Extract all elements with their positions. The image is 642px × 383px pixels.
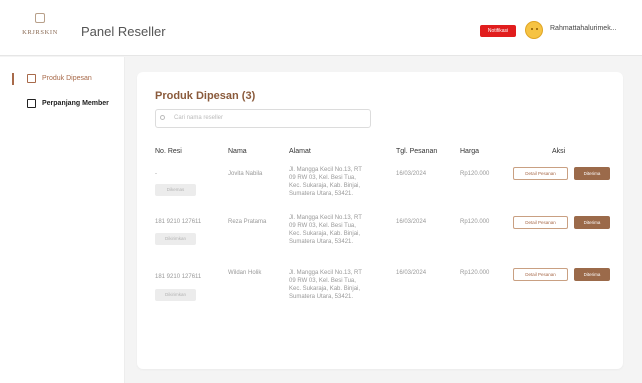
column-header-aksi: Aksi	[552, 148, 566, 155]
box-icon	[27, 74, 36, 83]
sidebar-item-label: Produk Dipesan	[42, 75, 92, 82]
address-line-1: Jl. Mangga Kecil No.13, RT	[289, 215, 362, 221]
customer-name: Reza Pratama	[228, 219, 267, 225]
diterima-button[interactable]: Diterima	[574, 216, 610, 229]
sidebar-item-label: Perpanjang Member	[42, 100, 109, 107]
customer-name: Jovita Nabila	[228, 171, 263, 177]
resi-number: 181 9210 127611	[155, 274, 202, 280]
detail-pesanan-button[interactable]: Detail Pesanan	[513, 268, 568, 281]
column-header-nama: Nama	[228, 148, 247, 155]
page-title: Produk Dipesan (3)	[155, 90, 256, 102]
order-date: 16/03/2024	[396, 270, 427, 276]
resi-number: 181 9210 127611	[155, 219, 202, 225]
order-date: 16/03/2024	[396, 219, 427, 225]
address-line-4: Sumatera Utara, 53421.	[289, 191, 354, 197]
column-header-harga: Harga	[460, 148, 480, 155]
status-badge: Dikirimkan	[155, 233, 196, 245]
avatar[interactable]	[525, 21, 543, 39]
logo-mark	[35, 13, 45, 23]
customer-name: Wildan Holik	[228, 270, 262, 276]
detail-pesanan-button[interactable]: Detail Pesanan	[513, 167, 568, 180]
address-line-1: Jl. Mangga Kecil No.13, RT	[289, 270, 362, 276]
address-line-4: Sumatera Utara, 53421.	[289, 294, 354, 300]
address-line-2: 09 RW 03, Kel. Besi Tua,	[289, 175, 356, 181]
panel-title: Panel Reseller	[81, 24, 166, 39]
logo-text: KRJRSKIN	[22, 29, 58, 36]
address-line-3: Kec. Sukaraja, Kab. Binjai,	[289, 183, 361, 189]
status-badge: Dikirimkan	[155, 289, 196, 301]
top-bar: KRJRSKIN Panel Reseller Notifikasi Rahma…	[0, 0, 642, 56]
price: Rp120.000	[460, 270, 490, 276]
address-line-3: Kec. Sukaraja, Kab. Binjai,	[289, 286, 361, 292]
diterima-button[interactable]: Diterima	[574, 268, 610, 281]
sidebar: Produk Dipesan Perpanjang Member	[0, 57, 125, 383]
card-icon	[27, 99, 36, 108]
resi-number: -	[155, 171, 157, 177]
notification-badge[interactable]: Notifikasi	[480, 25, 516, 37]
address-line-2: 09 RW 03, Kel. Besi Tua,	[289, 278, 356, 284]
column-header-resi: No. Resi	[155, 148, 182, 155]
sidebar-item-produk-dipesan[interactable]: Produk Dipesan	[0, 69, 125, 89]
brand-logo[interactable]: KRJRSKIN	[20, 13, 60, 45]
order-date: 16/03/2024	[396, 171, 427, 177]
address-line-4: Sumatera Utara, 53421.	[289, 239, 354, 245]
address-line-2: 09 RW 03, Kel. Besi Tua,	[289, 223, 356, 229]
diterima-button[interactable]: Diterima	[574, 167, 610, 180]
column-header-tgl: Tgl. Pesanan	[396, 148, 438, 155]
username[interactable]: Rahmattahalurimek...	[550, 25, 617, 32]
price: Rp120.000	[460, 171, 490, 177]
detail-pesanan-button[interactable]: Detail Pesanan	[513, 216, 568, 229]
status-badge: Dikemas	[155, 184, 196, 196]
column-header-alamat: Alamat	[289, 148, 311, 155]
search-icon	[160, 115, 165, 120]
address-line-1: Jl. Mangga Kecil No.13, RT	[289, 167, 362, 173]
search-input[interactable]: Cari nama reseller	[155, 109, 371, 128]
address-line-3: Kec. Sukaraja, Kab. Binjai,	[289, 231, 361, 237]
price: Rp120.000	[460, 219, 490, 225]
sidebar-item-perpanjang-member[interactable]: Perpanjang Member	[0, 94, 125, 114]
